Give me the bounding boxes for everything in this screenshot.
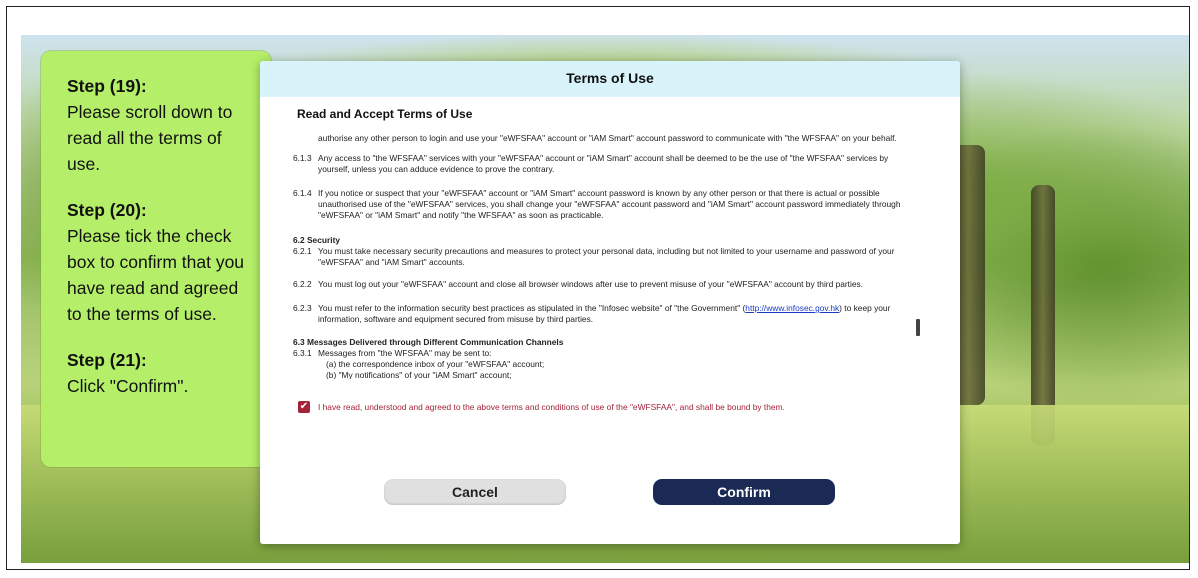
terms-paragraph: 6.1.4 If you notice or suspect that your…: [293, 188, 901, 220]
step21-title: Step (21):: [67, 350, 147, 370]
step19-title: Step (19):: [67, 76, 147, 96]
terms-list-item: (a) the correspondence inbox of your "eW…: [326, 359, 545, 369]
tutorial-frame: Step (19): Please scroll down to read al…: [6, 6, 1190, 570]
terms-list-item: (b) "My notifications" of your "iAM Smar…: [326, 370, 512, 379]
step19-text: Please scroll down to read all the terms…: [67, 102, 233, 174]
step20-text: Please tick the check box to confirm tha…: [67, 226, 245, 324]
terms-paragraph: 6.2.1 You must take necessary security p…: [293, 246, 895, 267]
terms-paragraph: authorise any other person to login and …: [318, 133, 897, 143]
confirm-button[interactable]: Confirm: [653, 479, 835, 505]
terms-scroll-area[interactable]: authorise any other person to login and …: [283, 133, 923, 379]
dialog-title: Terms of Use: [260, 61, 960, 97]
agree-checkbox[interactable]: ✔: [298, 401, 310, 413]
terms-scrollbar[interactable]: [916, 319, 920, 336]
agree-row: ✔ I have read, understood and agreed to …: [298, 401, 938, 417]
cancel-button[interactable]: Cancel: [384, 479, 566, 505]
step20-title: Step (20):: [67, 200, 147, 220]
section-heading: 6.2 Security: [293, 235, 341, 245]
infosec-link[interactable]: http://www.infosec.gov.hk: [745, 303, 839, 313]
terms-paragraph: 6.1.3 Any access to "the WFSFAA" service…: [293, 153, 889, 174]
section-heading: 6.3 Messages Delivered through Different…: [293, 337, 564, 347]
instruction-callout: Step (19): Please scroll down to read al…: [41, 51, 271, 467]
dialog-subtitle: Read and Accept Terms of Use: [297, 107, 473, 121]
terms-paragraph: 6.2.2 You must log out your "eWFSFAA" ac…: [293, 279, 864, 289]
terms-dialog: Terms of Use Read and Accept Terms of Us…: [260, 61, 960, 544]
terms-paragraph: 6.2.3 You must refer to the information …: [293, 303, 891, 324]
agree-label: I have read, understood and agreed to th…: [318, 402, 785, 412]
terms-paragraph: 6.3.1 Messages from "the WFSFAA" may be …: [293, 348, 492, 358]
step21-text: Click "Confirm".: [67, 376, 189, 396]
